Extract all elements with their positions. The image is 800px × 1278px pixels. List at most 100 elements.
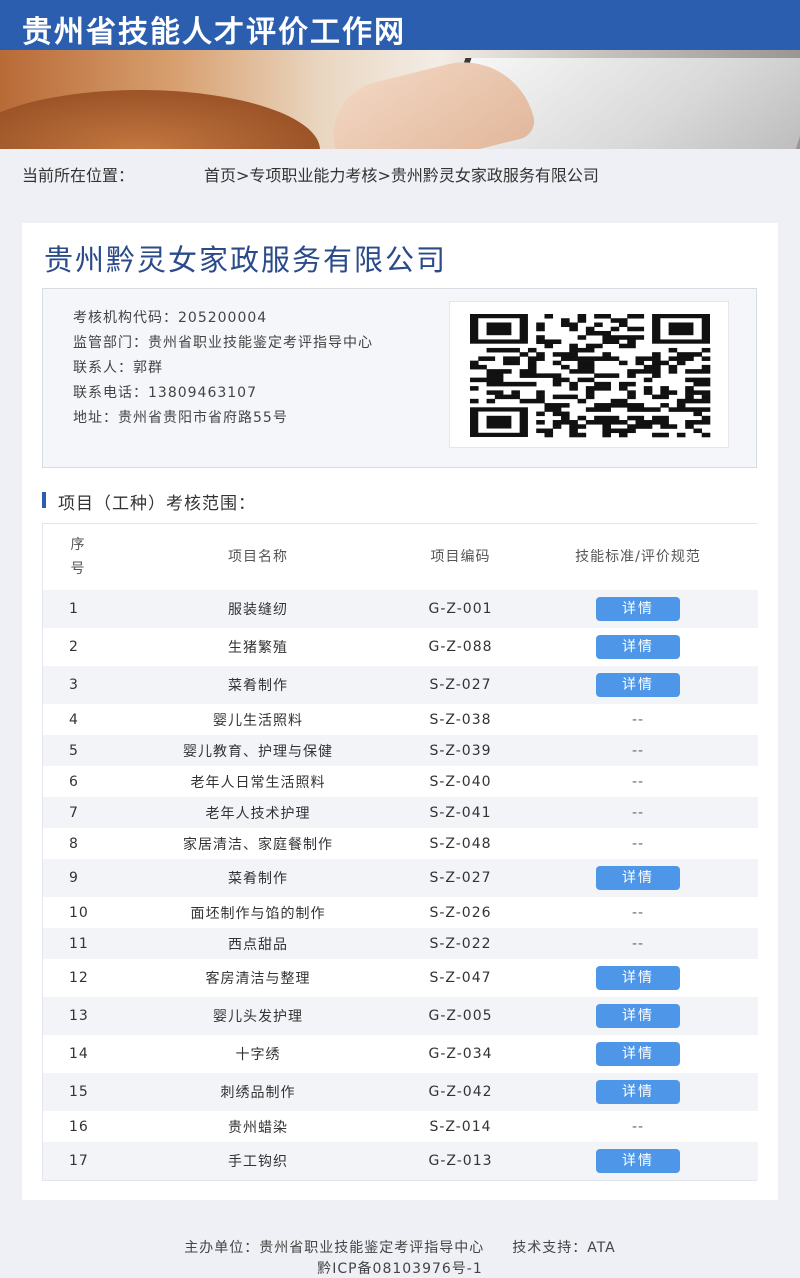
detail-button[interactable]: 详情 bbox=[596, 1004, 680, 1028]
cell-seq: 10 bbox=[43, 897, 113, 928]
cell-project-code: S-Z-022 bbox=[403, 928, 518, 959]
cell-standard: -- bbox=[518, 928, 758, 959]
cell-standard: 详情 bbox=[518, 1035, 758, 1073]
cell-project-name: 刺绣品制作 bbox=[113, 1073, 403, 1111]
cell-project-name: 家居清洁、家庭餐制作 bbox=[113, 828, 403, 859]
company-info-box: 考核机构代码：205200004 监管部门：贵州省职业技能鉴定考评指导中心 联系… bbox=[42, 288, 757, 468]
cell-seq: 12 bbox=[43, 959, 113, 997]
site-title[interactable]: 贵州省技能人才评价工作网 bbox=[22, 7, 406, 51]
cell-project-name: 生猪繁殖 bbox=[113, 628, 403, 666]
cell-project-code: S-Z-026 bbox=[403, 897, 518, 928]
table-row: 1 服装缝纫 G-Z-001 详情 bbox=[43, 590, 758, 628]
cell-project-name: 老年人日常生活照料 bbox=[113, 766, 403, 797]
detail-button[interactable]: 详情 bbox=[596, 1149, 680, 1173]
cell-standard: 详情 bbox=[518, 959, 758, 997]
cell-seq: 13 bbox=[43, 997, 113, 1035]
no-standard-text: -- bbox=[631, 835, 645, 852]
cell-standard: 详情 bbox=[518, 666, 758, 704]
address-value: 贵州省贵阳市省府路55号 bbox=[118, 410, 288, 426]
contact-value: 郭群 bbox=[133, 360, 163, 376]
cell-standard: -- bbox=[518, 897, 758, 928]
no-standard-text: -- bbox=[631, 904, 645, 921]
cell-project-code: S-Z-027 bbox=[403, 666, 518, 704]
cell-standard: -- bbox=[518, 766, 758, 797]
cell-seq: 4 bbox=[43, 704, 113, 735]
company-title: 贵州黔灵女家政服务有限公司 bbox=[44, 243, 448, 277]
table-row: 7 老年人技术护理 S-Z-041 -- bbox=[43, 797, 758, 828]
cell-standard: -- bbox=[518, 1111, 758, 1142]
footer-host-label: 主办单位： bbox=[184, 1240, 260, 1256]
cell-standard: 详情 bbox=[518, 1073, 758, 1111]
contact-label: 联系人： bbox=[73, 360, 133, 376]
cell-standard: -- bbox=[518, 735, 758, 766]
breadcrumb-links: 首页>专项职业能力考核>贵州黔灵女家政服务有限公司 bbox=[204, 166, 774, 186]
cell-standard: 详情 bbox=[518, 1142, 758, 1180]
cell-seq: 5 bbox=[43, 735, 113, 766]
phone-label: 联系电话： bbox=[73, 385, 148, 401]
table-row: 16 贵州蜡染 S-Z-014 -- bbox=[43, 1111, 758, 1142]
phone-value: 13809463107 bbox=[148, 385, 257, 401]
table-header-row: 序号 项目名称 项目编码 技能标准/评价规范 bbox=[43, 524, 758, 590]
detail-button[interactable]: 详情 bbox=[596, 966, 680, 990]
company-info-lines: 考核机构代码：205200004 监管部门：贵州省职业技能鉴定考评指导中心 联系… bbox=[73, 306, 451, 431]
cell-project-code: S-Z-038 bbox=[403, 704, 518, 735]
table-row: 11 西点甜品 S-Z-022 -- bbox=[43, 928, 758, 959]
detail-button[interactable]: 详情 bbox=[596, 1080, 680, 1104]
cell-project-code: G-Z-005 bbox=[403, 997, 518, 1035]
cell-seq: 8 bbox=[43, 828, 113, 859]
no-standard-text: -- bbox=[631, 773, 645, 790]
department-value: 贵州省职业技能鉴定考评指导中心 bbox=[148, 335, 373, 351]
cell-seq: 6 bbox=[43, 766, 113, 797]
department-label: 监管部门： bbox=[73, 335, 148, 351]
org-code-value: 205200004 bbox=[178, 310, 268, 326]
footer-host: 贵州省职业技能鉴定考评指导中心 bbox=[259, 1240, 485, 1256]
cell-project-name: 手工钩织 bbox=[113, 1142, 403, 1180]
cell-project-code: S-Z-027 bbox=[403, 859, 518, 897]
footer-support: ATA bbox=[587, 1240, 616, 1256]
table-row: 14 十字绣 G-Z-034 详情 bbox=[43, 1035, 758, 1073]
table-row: 13 婴儿头发护理 G-Z-005 详情 bbox=[43, 997, 758, 1035]
table-row: 12 客房清洁与整理 S-Z-047 详情 bbox=[43, 959, 758, 997]
cell-project-code: G-Z-088 bbox=[403, 628, 518, 666]
cell-seq: 1 bbox=[43, 590, 113, 628]
detail-button[interactable]: 详情 bbox=[596, 597, 680, 621]
cell-standard: -- bbox=[518, 797, 758, 828]
cell-seq: 15 bbox=[43, 1073, 113, 1111]
col-header-standard: 技能标准/评价规范 bbox=[518, 524, 758, 590]
banner-image bbox=[0, 50, 800, 149]
footer-icp[interactable]: 黔ICP备08103976号-1 bbox=[0, 1259, 800, 1278]
cell-standard: 详情 bbox=[518, 997, 758, 1035]
col-header-seq: 序号 bbox=[43, 524, 113, 590]
cell-project-code: S-Z-047 bbox=[403, 959, 518, 997]
phone-line: 联系电话：13809463107 bbox=[73, 381, 451, 406]
detail-button[interactable]: 详情 bbox=[596, 673, 680, 697]
cell-project-name: 贵州蜡染 bbox=[113, 1111, 403, 1142]
table-row: 6 老年人日常生活照料 S-Z-040 -- bbox=[43, 766, 758, 797]
cell-project-name: 婴儿生活照料 bbox=[113, 704, 403, 735]
site-footer: 主办单位：贵州省职业技能鉴定考评指导中心 技术支持：ATA 黔ICP备081039… bbox=[0, 1238, 800, 1278]
cell-project-name: 西点甜品 bbox=[113, 928, 403, 959]
cell-project-name: 面坯制作与馅的制作 bbox=[113, 897, 403, 928]
table-body: 1 服装缝纫 G-Z-001 详情 2 生猪繁殖 G-Z-088 详情 3 菜肴制作 S-Z-027… bbox=[43, 590, 758, 1180]
cell-seq: 11 bbox=[43, 928, 113, 959]
cell-project-code: S-Z-039 bbox=[403, 735, 518, 766]
cell-project-code: G-Z-042 bbox=[403, 1073, 518, 1111]
banner-table-shape bbox=[0, 90, 320, 149]
detail-button[interactable]: 详情 bbox=[596, 1042, 680, 1066]
breadcrumb-separator: > bbox=[377, 166, 391, 185]
table-row: 10 面坯制作与馅的制作 S-Z-026 -- bbox=[43, 897, 758, 928]
detail-button[interactable]: 详情 bbox=[596, 866, 680, 890]
detail-button[interactable]: 详情 bbox=[596, 635, 680, 659]
cell-standard: -- bbox=[518, 704, 758, 735]
site-header: 贵州省技能人才评价工作网 bbox=[0, 0, 800, 50]
cell-seq: 14 bbox=[43, 1035, 113, 1073]
breadcrumb-current: 贵州黔灵女家政服务有限公司 bbox=[390, 166, 599, 185]
breadcrumb-category-link[interactable]: 专项职业能力考核 bbox=[249, 166, 377, 185]
contact-line: 联系人：郭群 bbox=[73, 356, 451, 381]
breadcrumb-home-link[interactable]: 首页 bbox=[204, 166, 236, 185]
cell-project-name: 菜肴制作 bbox=[113, 666, 403, 704]
company-card: 贵州黔灵女家政服务有限公司 考核机构代码：205200004 监管部门：贵州省职… bbox=[22, 223, 778, 1200]
breadcrumb-label: 当前所在位置： bbox=[22, 166, 135, 185]
cell-project-name: 老年人技术护理 bbox=[113, 797, 403, 828]
org-code-line: 考核机构代码：205200004 bbox=[73, 306, 451, 331]
